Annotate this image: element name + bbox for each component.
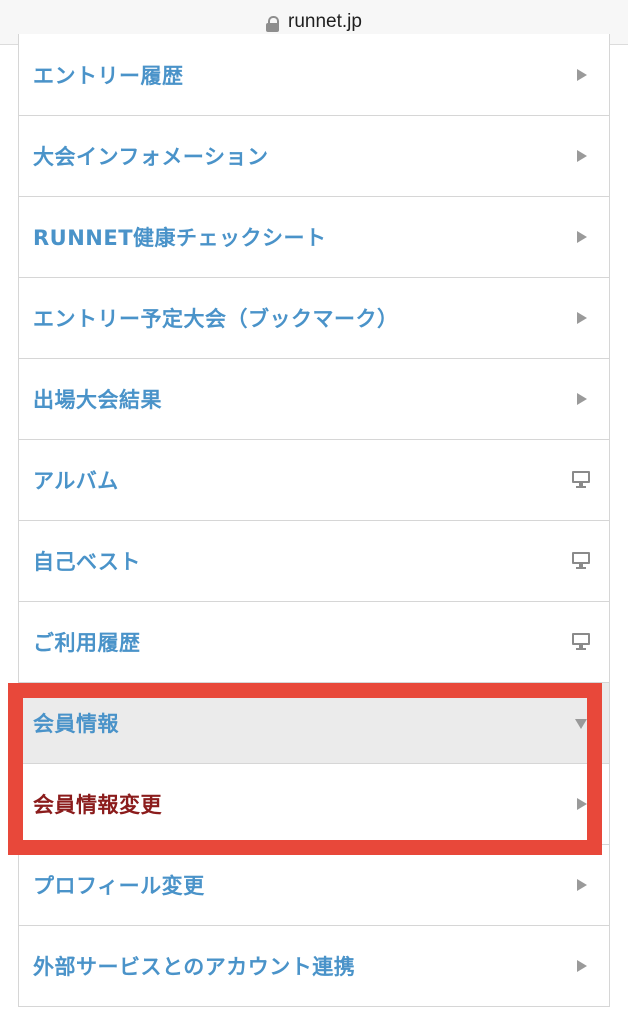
menu-item-label: 出場大会結果: [33, 388, 162, 412]
monitor-icon: [572, 471, 590, 489]
menu-item-label: 会員情報変更: [33, 793, 162, 817]
menu-item-bookmarked-races[interactable]: エントリー予定大会（ブックマーク）: [19, 278, 609, 359]
chevron-right-icon: [577, 312, 587, 324]
chevron-down-icon: [575, 719, 587, 729]
chevron-right-icon: [577, 960, 587, 972]
mypage-menu: エントリー履歴 大会インフォメーション RUNNET健康チェックシート エントリ…: [18, 34, 610, 1007]
menu-item-label: 大会インフォメーション: [33, 145, 269, 169]
menu-item-change-profile[interactable]: プロフィール変更: [19, 845, 609, 926]
monitor-icon: [572, 633, 590, 651]
menu-item-label: エントリー予定大会（ブックマーク）: [33, 307, 399, 331]
menu-item-label: RUNNET健康チェックシート: [33, 226, 327, 250]
menu-item-usage-history[interactable]: ご利用履歴: [19, 602, 609, 683]
menu-section-member-info[interactable]: 会員情報: [19, 683, 609, 764]
menu-item-label: アルバム: [33, 469, 119, 493]
chevron-right-icon: [577, 231, 587, 243]
menu-item-health-check-sheet[interactable]: RUNNET健康チェックシート: [19, 197, 609, 278]
chevron-right-icon: [577, 798, 587, 810]
chevron-right-icon: [577, 150, 587, 162]
menu-item-label: 自己ベスト: [33, 550, 141, 574]
menu-item-label: エントリー履歴: [33, 63, 184, 88]
menu-item-album[interactable]: アルバム: [19, 440, 609, 521]
menu-item-entry-history[interactable]: エントリー履歴: [19, 34, 609, 116]
menu-item-label: 外部サービスとのアカウント連携: [33, 955, 356, 979]
menu-item-label: プロフィール変更: [33, 874, 205, 898]
lock-icon: [266, 15, 280, 32]
menu-item-race-results[interactable]: 出場大会結果: [19, 359, 609, 440]
menu-item-race-information[interactable]: 大会インフォメーション: [19, 116, 609, 197]
menu-item-label: ご利用履歴: [33, 631, 141, 655]
menu-item-external-account-link[interactable]: 外部サービスとのアカウント連携: [19, 926, 609, 1007]
chevron-right-icon: [577, 68, 587, 81]
url-text: runnet.jp: [288, 11, 362, 32]
chevron-right-icon: [577, 393, 587, 405]
chevron-right-icon: [577, 879, 587, 891]
menu-section-label: 会員情報: [33, 712, 119, 736]
menu-item-personal-best[interactable]: 自己ベスト: [19, 521, 609, 602]
menu-item-change-member-info[interactable]: 会員情報変更: [19, 764, 609, 845]
monitor-icon: [572, 552, 590, 570]
